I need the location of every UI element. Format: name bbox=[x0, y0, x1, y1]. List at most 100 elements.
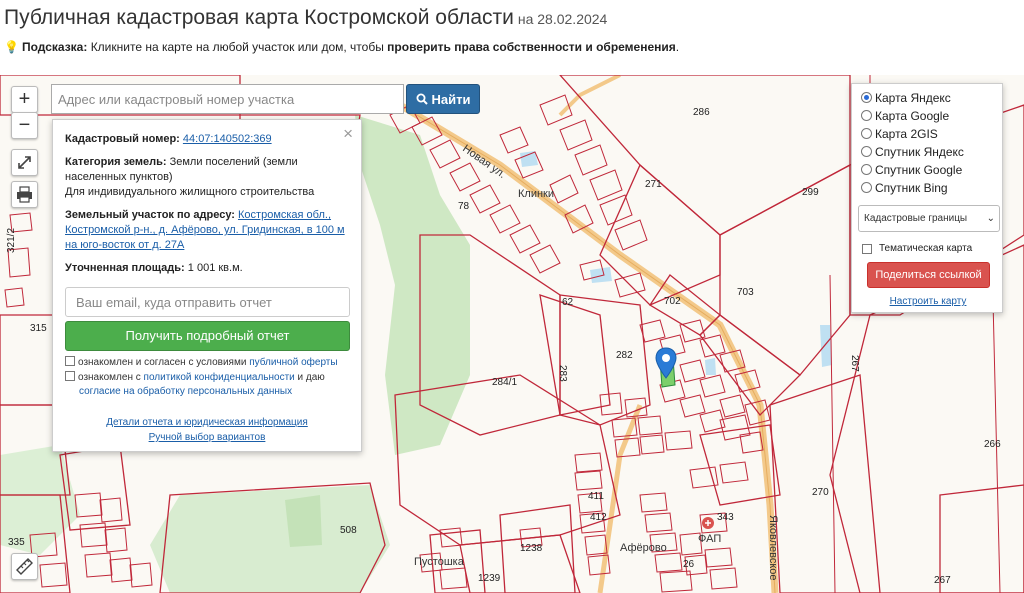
lightbulb-icon: 💡 bbox=[4, 40, 19, 54]
land-category-cont: населенных пунктов) bbox=[65, 171, 173, 183]
cadastral-map[interactable]: 286 271 299 703 702 282 283 284/1 315 50… bbox=[0, 75, 1024, 593]
layer-option-label: Спутник Bing bbox=[875, 180, 948, 195]
details-link[interactable]: Детали отчета и юридическая информация bbox=[106, 417, 308, 428]
page-date: на 28.02.2024 bbox=[517, 11, 608, 27]
layer-option-label: Спутник Google bbox=[875, 162, 963, 177]
print-button[interactable] bbox=[11, 181, 38, 208]
printer-icon bbox=[17, 186, 32, 203]
layer-option-google-map[interactable]: Карта Google bbox=[861, 107, 949, 124]
privacy-consent-row: ознакомлен с политикой конфиденциальност… bbox=[65, 371, 355, 385]
layer-option-bing-satellite[interactable]: Спутник Bing bbox=[861, 179, 948, 196]
layer-switcher-panel: Карта Яндекс Карта Google Карта 2GIS Спу… bbox=[851, 83, 1003, 313]
parcel-label: 271 bbox=[645, 179, 662, 190]
thematic-map-row: Тематическая карта bbox=[862, 243, 972, 254]
layer-option-label: Карта Яндекс bbox=[875, 90, 951, 105]
parcel-label: 284/1 bbox=[492, 377, 517, 388]
offer-link[interactable]: публичной оферты bbox=[249, 357, 337, 368]
details-link-row: Детали отчета и юридическая информация bbox=[53, 417, 361, 428]
address-link-3[interactable]: на юго-восток от д. 27А bbox=[65, 239, 184, 251]
land-use-value: Для индивидуального жилищного строительс… bbox=[65, 186, 315, 198]
parcel-label: 1239 bbox=[478, 573, 501, 584]
radio-icon[interactable] bbox=[861, 128, 872, 139]
personal-data-link[interactable]: согласие на обработку персональных данны… bbox=[79, 386, 292, 397]
thematic-label: Тематическая карта bbox=[879, 243, 973, 254]
layer-option-label: Карта 2GIS bbox=[875, 126, 938, 141]
parcel-label: 78 bbox=[458, 201, 470, 212]
land-category-row: Категория земель: Земли поселений (земли bbox=[65, 155, 349, 170]
privacy-consent-row-2: согласие на обработку персональных данны… bbox=[65, 385, 355, 399]
layer-option-yandex-map[interactable]: Карта Яндекс bbox=[861, 89, 951, 106]
address-cont-row: Костромской р-н., д. Афёрово, ул. Гридин… bbox=[65, 223, 349, 238]
search-button[interactable]: Найти bbox=[406, 84, 480, 114]
zoom-in-button[interactable]: + bbox=[11, 86, 38, 113]
parcel-label: 412 bbox=[590, 512, 607, 523]
thematic-checkbox[interactable] bbox=[862, 243, 872, 254]
radio-icon[interactable] bbox=[861, 182, 872, 193]
layer-option-2gis-map[interactable]: Карта 2GIS bbox=[861, 125, 938, 142]
village-label: Клинки bbox=[518, 188, 554, 200]
fap-label: ФАП bbox=[698, 533, 721, 545]
radio-icon[interactable] bbox=[861, 110, 872, 121]
address-link-2[interactable]: Костромской р-н., д. Афёрово, ул. Гридин… bbox=[65, 224, 345, 236]
parcel-label: 26 bbox=[683, 559, 695, 570]
parcel-label: 270 bbox=[812, 487, 829, 498]
parcel-label: 315 bbox=[30, 323, 47, 334]
privacy-checkbox[interactable] bbox=[65, 371, 75, 381]
location-pin-icon[interactable] bbox=[655, 347, 677, 379]
area-row: Уточненная площадь: 1 001 кв.м. bbox=[65, 261, 349, 276]
radio-icon[interactable] bbox=[861, 164, 872, 175]
overlay-select[interactable]: Кадастровые границы ⌄ bbox=[858, 205, 1000, 232]
road bbox=[597, 404, 643, 593]
get-report-button[interactable]: Получить подробный отчет bbox=[65, 321, 350, 351]
privacy-consent-mid: и даю bbox=[294, 372, 325, 383]
page-header: Публичная кадастровая карта Костромской … bbox=[0, 0, 1024, 75]
hint-text: Кликните на карте на любой участок или д… bbox=[87, 40, 388, 54]
page-title: Публичная кадастровая карта Костромской … bbox=[4, 6, 607, 30]
share-link-button[interactable]: Поделиться ссылкой bbox=[867, 262, 990, 288]
parcel-label: 343 bbox=[717, 512, 734, 523]
cadastral-number-row: Кадастровый номер: 44:07:140502:369 bbox=[65, 132, 349, 147]
hint-label: Подсказка: bbox=[21, 40, 88, 54]
parcel-label: 299 bbox=[802, 187, 819, 198]
parcel-label: 321/2 bbox=[6, 228, 17, 253]
ruler-button[interactable] bbox=[11, 553, 38, 580]
manual-select-link[interactable]: Ручной выбор вариантов bbox=[149, 432, 266, 443]
radio-icon[interactable] bbox=[861, 146, 872, 157]
email-input[interactable] bbox=[65, 287, 350, 317]
radio-icon[interactable] bbox=[861, 92, 872, 103]
address-cont-row-2: на юго-восток от д. 27А bbox=[65, 238, 349, 253]
fullscreen-button[interactable] bbox=[11, 149, 38, 176]
overlay-select-value: Кадастровые границы bbox=[864, 213, 968, 224]
parcel-label: 267 bbox=[849, 355, 860, 372]
configure-map-link[interactable]: Настроить карту bbox=[852, 296, 1004, 307]
parcel-label: 62 bbox=[562, 297, 574, 308]
address-row: Земельный участок по адресу: Костромская… bbox=[65, 208, 349, 223]
search-button-label: Найти bbox=[431, 91, 471, 107]
privacy-policy-link[interactable]: политикой конфиденциальности bbox=[144, 372, 295, 383]
area-label: Уточненная площадь: bbox=[65, 262, 185, 274]
search-input[interactable] bbox=[51, 84, 404, 114]
address-link-1[interactable]: Костромская обл., bbox=[238, 209, 331, 221]
cadastral-number-label: Кадастровый номер: bbox=[65, 133, 180, 145]
water bbox=[590, 267, 612, 283]
land-category-label: Категория земель: bbox=[65, 156, 167, 168]
layer-option-google-satellite[interactable]: Спутник Google bbox=[861, 161, 962, 178]
zoom-out-button[interactable]: − bbox=[11, 112, 38, 139]
chevron-down-icon: ⌄ bbox=[986, 213, 995, 224]
cadastral-number-link[interactable]: 44:07:140502:369 bbox=[183, 133, 272, 145]
parcel-label: 283 bbox=[557, 365, 568, 382]
search-icon bbox=[416, 93, 428, 105]
water bbox=[820, 325, 832, 367]
parcel-label: 286 bbox=[693, 107, 710, 118]
forest-area bbox=[355, 115, 470, 455]
water bbox=[705, 358, 716, 375]
hint-line: 💡 Подсказка: Кликните на карте на любой у… bbox=[4, 40, 679, 54]
layer-option-yandex-satellite[interactable]: Спутник Яндекс bbox=[861, 143, 964, 160]
hint-end: . bbox=[675, 40, 680, 54]
page-title-text: Публичная кадастровая карта Костромской … bbox=[4, 6, 514, 29]
offer-consent-row: ознакомлен и согласен с условиями публич… bbox=[65, 356, 355, 370]
layer-option-label: Спутник Яндекс bbox=[875, 144, 964, 159]
offer-checkbox[interactable] bbox=[65, 356, 75, 366]
layer-option-label: Карта Google bbox=[875, 108, 950, 123]
village-label: Афёрово bbox=[620, 542, 667, 554]
